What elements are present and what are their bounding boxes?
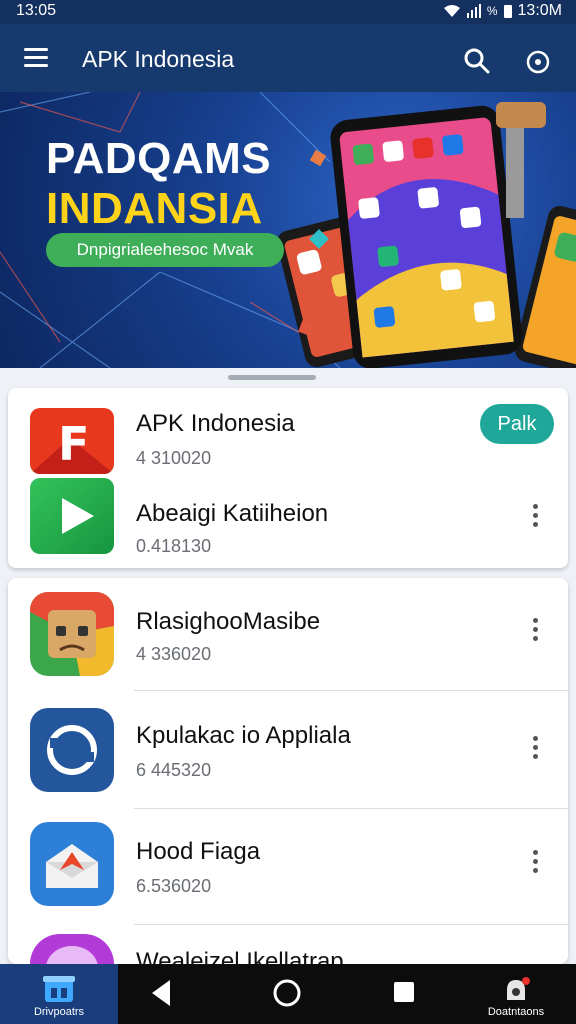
more-options-icon[interactable]: [528, 618, 542, 644]
app-list-card: RlasighooMasibe 4 336020 Kpulakac io App…: [8, 578, 568, 964]
more-options-icon[interactable]: [528, 736, 542, 762]
app-name: APK Indonesia: [136, 410, 295, 437]
wifi-icon: [443, 5, 460, 17]
overflow-menu-icon[interactable]: [526, 50, 550, 74]
battery-percent: %: [486, 4, 498, 18]
home-icon[interactable]: [272, 978, 302, 1008]
list-item[interactable]: Abeaigi Katiiheion 0.418130: [8, 476, 568, 568]
featured-card: Palk F APK Indonesia 4 310020 Abeaigi Ka…: [8, 388, 568, 568]
search-icon[interactable]: [464, 48, 490, 74]
list-item[interactable]: F APK Indonesia 4 310020: [8, 388, 568, 476]
app-meta: 4 310020: [136, 448, 212, 468]
notification-bell-icon: [507, 977, 530, 1000]
app-name: RlasighooMasibe: [136, 608, 321, 635]
mail-app-icon: [30, 822, 114, 906]
status-bar: 13:05 % 13:0M: [0, 0, 576, 24]
app-title: APK Indonesia: [82, 46, 235, 72]
status-time-right: 13:0M: [517, 2, 562, 19]
more-options-icon[interactable]: [528, 504, 542, 530]
recents-icon[interactable]: [394, 982, 414, 1002]
app-name: Kpulakac io Appliala: [136, 722, 351, 749]
banner-headline-line1: PADQAMS: [46, 134, 272, 183]
bottom-navigation: Drivpoatrs Doatntaons: [0, 964, 576, 1024]
status-time-left: 13:05: [16, 2, 57, 19]
more-options-icon[interactable]: [528, 850, 542, 876]
back-icon[interactable]: [150, 978, 172, 1008]
app-meta: 4 336020: [136, 644, 212, 664]
app-meta: 6.536020: [136, 876, 212, 896]
apk-indonesia-app-icon: F: [30, 408, 114, 474]
circle-app-icon: [30, 934, 114, 964]
list-item[interactable]: Hood Fiaga 6.536020: [8, 810, 568, 922]
app-meta: 6 445320: [136, 760, 212, 780]
divider: [134, 690, 568, 691]
promo-banner[interactable]: PADQAMS INDANSIA Dnpigrialeehesoc Mvak: [0, 92, 576, 368]
banner-cta-button[interactable]: Dnpigrialeehesoc Mvak: [46, 233, 284, 267]
nav-item-downloads[interactable]: Drivpoatrs: [0, 964, 118, 1024]
sheet-drag-handle[interactable]: [228, 375, 316, 380]
play-store-app-icon: [30, 478, 114, 554]
app-meta: 0.418130: [136, 536, 212, 556]
signal-icon: [466, 4, 481, 18]
banner-headline-line2: INDANSIA: [46, 184, 263, 233]
store-icon: [43, 976, 75, 1002]
nav-label-right: Doatntaons: [487, 1006, 545, 1018]
sync-app-icon: [30, 708, 114, 792]
divider: [134, 924, 568, 925]
nav-label-left: Drivpoatrs: [33, 1006, 85, 1018]
list-item[interactable]: Kpulakac io Appliala 6 445320: [8, 694, 568, 806]
menu-icon[interactable]: [24, 48, 48, 68]
app-name: Abeaigi Katiiheion: [136, 500, 329, 527]
chrome-app-icon: [30, 592, 114, 676]
status-icons: % 13:0M: [443, 2, 562, 20]
list-item[interactable]: RlasighooMasibe 4 336020: [8, 578, 568, 690]
list-item[interactable]: Wealeizel Ikellatrap: [8, 928, 568, 964]
nav-item-notifications[interactable]: Doatntaons: [456, 964, 576, 1024]
app-name: Wealeizel Ikellatrap: [136, 948, 344, 964]
divider: [134, 808, 568, 809]
app-bar: APK Indonesia: [0, 24, 576, 92]
battery-icon: [503, 5, 512, 18]
app-name: Hood Fiaga: [136, 838, 261, 865]
svg-text:F: F: [58, 417, 89, 471]
